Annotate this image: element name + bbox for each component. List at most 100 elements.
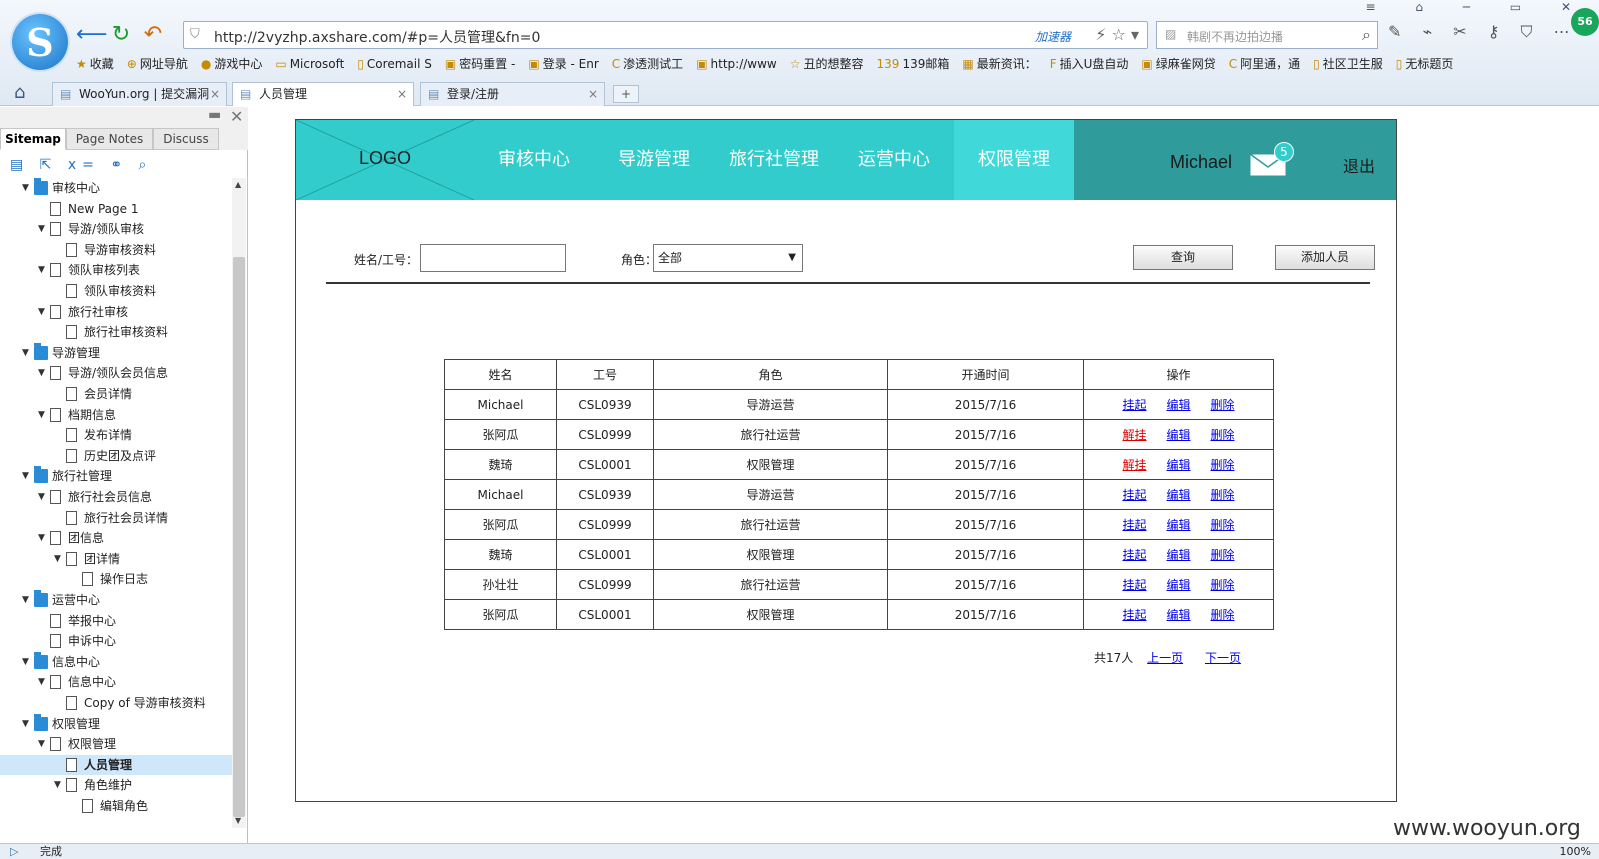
add-user-button[interactable]: 添加人员 <box>1275 245 1375 270</box>
logout-link[interactable]: 退出 <box>1343 153 1375 177</box>
sitemap-node[interactable]: Copy of 导游审核资料 <box>0 693 232 713</box>
sitemap-node[interactable]: 历史团及点评 <box>0 446 232 466</box>
edit-link[interactable]: 编辑 <box>1166 396 1190 413</box>
sitemap-node[interactable]: 人员管理 <box>0 754 232 775</box>
sitemap-node[interactable]: 申诉中心 <box>0 631 232 651</box>
search-input[interactable]: 韩剧不再边拍边播 <box>1187 28 1283 45</box>
back-button[interactable]: ⟵ <box>76 22 108 48</box>
bookmark-item[interactable]: C 阿里通，通 <box>1229 55 1300 72</box>
sitemap-node[interactable]: ▼ 运营中心 <box>0 590 232 610</box>
edit-link[interactable]: 编辑 <box>1166 516 1190 533</box>
sitemap-node[interactable]: ▼ 旅行社管理 <box>0 466 232 486</box>
sitemap-node[interactable]: ▼ 信息中心 <box>0 672 232 692</box>
delete-link[interactable]: 删除 <box>1211 456 1235 473</box>
expand-arrow-icon[interactable]: ▼ <box>38 260 48 280</box>
nav-operations-center[interactable]: 运营中心 <box>834 120 954 200</box>
address-bar[interactable]: ⛉ http://2vyzhp.axshare.com/#p=人员管理&fn=0… <box>183 21 1148 49</box>
role-select[interactable]: 全部 ▼ <box>653 244 803 272</box>
sitemap-node[interactable]: ▼ 档期信息 <box>0 405 232 425</box>
edit-link[interactable]: 编辑 <box>1166 546 1190 563</box>
zoom-level[interactable]: 100% <box>1560 844 1591 859</box>
bookmark-item[interactable]: ▯ 无标题页 <box>1396 55 1454 72</box>
prev-page-link[interactable]: 上一页 <box>1147 651 1183 665</box>
sitemap-node[interactable]: New Page 1 <box>0 199 232 219</box>
edit-link[interactable]: 编辑 <box>1166 486 1190 503</box>
bookmark-item[interactable]: ▯ Coremail S <box>357 57 432 71</box>
sitemap-node[interactable]: 操作日志 <box>0 569 232 589</box>
sitemap-node[interactable]: ▼ 权限管理 <box>0 734 232 754</box>
undo-button[interactable]: ↶ <box>140 22 166 48</box>
suspend-link[interactable]: 挂起 <box>1122 486 1146 503</box>
new-tab-button[interactable]: + <box>613 85 639 103</box>
sitemap-node[interactable]: ▼ 信息中心 <box>0 651 232 672</box>
bookmark-item[interactable]: ★ 收藏 <box>76 55 114 72</box>
expand-arrow-icon[interactable]: ▼ <box>22 714 32 734</box>
nav-audit-center[interactable]: 审核中心 <box>474 120 594 200</box>
minimize-icon[interactable]: ▬ <box>208 107 221 123</box>
bookmark-item[interactable]: 139 139邮箱 <box>877 55 950 72</box>
sitemap-node[interactable]: ▼ 团信息 <box>0 528 232 548</box>
suspend-link[interactable]: 挂起 <box>1122 606 1146 623</box>
expand-arrow-icon[interactable]: ▼ <box>54 549 64 569</box>
tab-personnel[interactable]: ▤ 人员管理 × <box>232 82 414 106</box>
tab-login[interactable]: ▤ 登录/注册 × <box>420 82 605 106</box>
close-icon[interactable]: × <box>397 83 407 105</box>
expand-arrow-icon[interactable]: ▼ <box>38 734 48 754</box>
tab-page-notes[interactable]: Page Notes <box>66 128 153 150</box>
bookmark-item[interactable]: ▦ 最新资讯： <box>962 55 1036 72</box>
window-controls[interactable]: ≡ ⌂ ─ ▭ ✕ <box>1365 0 1589 14</box>
expand-arrow-icon[interactable]: ▼ <box>22 466 32 486</box>
sitemap-node[interactable]: 编辑角色 <box>0 796 232 816</box>
nav-agency-management[interactable]: 旅行社管理 <box>714 120 834 200</box>
browser-logo[interactable]: S <box>12 14 68 70</box>
edit-link[interactable]: 编辑 <box>1166 426 1190 443</box>
tab-sitemap[interactable]: Sitemap <box>0 128 66 150</box>
sitemap-node[interactable]: ▼ 权限管理 <box>0 713 232 734</box>
bookmark-item[interactable]: ● 游戏中心 <box>201 55 263 72</box>
search-box[interactable]: ▨ 韩剧不再边拍边播 ⌕ <box>1156 21 1378 49</box>
sitemap-node[interactable]: ▼ 导游管理 <box>0 342 232 363</box>
scrollbar-thumb[interactable] <box>233 257 245 817</box>
suspend-link[interactable]: 挂起 <box>1122 516 1146 533</box>
delete-link[interactable]: 删除 <box>1211 546 1235 563</box>
delete-link[interactable]: 删除 <box>1211 606 1235 623</box>
sitemap-node[interactable]: 发布详情 <box>0 425 232 445</box>
close-icon[interactable]: × <box>588 83 598 105</box>
bookmark-item[interactable]: ▣ http://www <box>696 57 777 71</box>
bookmark-item[interactable]: ☆ 丑的想整容 <box>790 55 864 72</box>
bookmark-item[interactable]: ▭ Microsoft <box>275 57 344 71</box>
suspend-link[interactable]: 挂起 <box>1122 396 1146 413</box>
tab-discuss[interactable]: Discuss <box>153 128 219 150</box>
expand-arrow-icon[interactable]: ▼ <box>38 487 48 507</box>
sitemap-node[interactable]: ▼ 角色维护 <box>0 775 232 795</box>
sitemap-node[interactable]: ▼ 审核中心 <box>0 178 232 198</box>
bookmark-item[interactable]: C 渗透测试工 <box>612 55 683 72</box>
sitemap-node[interactable]: 会员详情 <box>0 384 232 404</box>
sitemap-toolbar[interactable]: ▤ ⇱ x= ⚭ ⌕ <box>10 157 152 173</box>
refresh-button[interactable]: ↻ <box>108 22 134 48</box>
search-icon[interactable]: ⌕ <box>1362 25 1371 45</box>
delete-link[interactable]: 删除 <box>1211 576 1235 593</box>
tab-wooyun[interactable]: ▤ WooYun.org | 提交漏洞 × <box>52 82 227 106</box>
bookmark-item[interactable]: ▣ 密码重置 - <box>445 55 516 72</box>
scroll-down-icon[interactable]: ▼ <box>235 816 241 825</box>
toolbar-icons[interactable]: ✎ ⌁ ✂ ⚷ ⛉ ⋯ <box>1388 22 1578 42</box>
sitemap-node[interactable]: 领队审核资料 <box>0 281 232 301</box>
delete-link[interactable]: 删除 <box>1211 486 1235 503</box>
expand-arrow-icon[interactable]: ▼ <box>38 528 48 548</box>
nav-guide-management[interactable]: 导游管理 <box>594 120 714 200</box>
sitemap-node[interactable]: 旅行社会员详情 <box>0 508 232 528</box>
suspend-link[interactable]: 挂起 <box>1122 576 1146 593</box>
suspend-link[interactable]: 挂起 <box>1122 546 1146 563</box>
edit-link[interactable]: 编辑 <box>1166 576 1190 593</box>
sitemap-node[interactable]: ▼ 导游/领队审核 <box>0 219 232 239</box>
next-page-link[interactable]: 下一页 <box>1205 651 1241 665</box>
sitemap-node[interactable]: 举报中心 <box>0 611 232 631</box>
delete-link[interactable]: 删除 <box>1211 426 1235 443</box>
scroll-up-icon[interactable]: ▲ <box>235 180 241 189</box>
expand-arrow-icon[interactable]: ▼ <box>38 672 48 692</box>
close-icon[interactable]: ✕ <box>230 107 243 126</box>
address-text[interactable]: http://2vyzhp.axshare.com/#p=人员管理&fn=0 <box>214 27 540 47</box>
bookmark-item[interactable]: ▣ 登录 - Enr <box>528 55 598 72</box>
expand-arrow-icon[interactable]: ▼ <box>22 178 32 198</box>
